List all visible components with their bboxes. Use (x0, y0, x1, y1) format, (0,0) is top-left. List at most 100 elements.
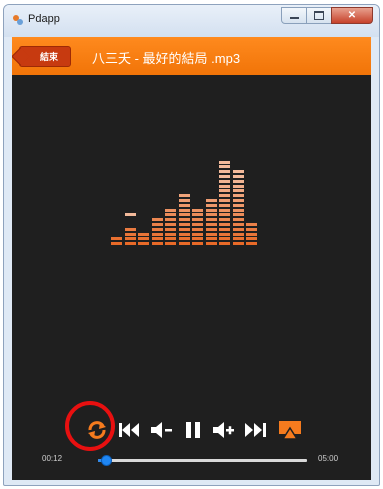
progress-knob[interactable] (101, 455, 113, 466)
maximize-icon[interactable] (306, 7, 332, 24)
equalizer-segment (232, 208, 244, 212)
equalizer-segment (219, 203, 230, 207)
equalizer-segment (178, 237, 190, 241)
next-icon[interactable] (242, 417, 270, 443)
equalizer-segment (205, 237, 217, 241)
equalizer-segment (232, 218, 244, 222)
minimize-icon[interactable] (281, 7, 307, 24)
equalizer-segment (232, 242, 244, 246)
equalizer-segment (165, 218, 176, 222)
equalizer-segment (178, 227, 190, 231)
equalizer-segment (232, 184, 244, 188)
equalizer-segment (165, 242, 176, 246)
equalizer-segment (205, 208, 217, 212)
equalizer-segment (151, 232, 163, 236)
equalizer-segment (205, 242, 217, 246)
equalizer-segment (219, 223, 230, 226)
equalizer-segment (178, 203, 190, 207)
progress-area: 00:12 05:00 (12, 451, 371, 471)
equalizer-segment (246, 227, 257, 231)
equalizer-segment (111, 242, 122, 246)
equalizer-peak (124, 213, 136, 217)
equalizer-segment (219, 213, 230, 217)
equalizer-segment (178, 199, 190, 202)
equalizer-segment (205, 218, 217, 222)
equalizer-segment (151, 218, 163, 222)
equalizer-segment (246, 232, 257, 236)
equalizer-segment (165, 223, 176, 226)
title-bar[interactable]: Pdapp ✕ (4, 5, 379, 37)
equalizer-segment (192, 232, 203, 236)
total-time: 05:00 (318, 454, 339, 463)
equalizer-segment (246, 237, 257, 241)
close-icon[interactable]: ✕ (331, 7, 373, 24)
equalizer-segment (165, 227, 176, 231)
progress-track[interactable] (98, 459, 307, 462)
track-title: 八三夭 - 最好的結局 .mp3 (92, 51, 241, 66)
equalizer-segment (219, 199, 230, 202)
equalizer-segment (192, 218, 203, 222)
equalizer-segment (205, 223, 217, 226)
equalizer-segment (219, 160, 230, 164)
volume-up-icon[interactable] (210, 417, 238, 443)
equalizer-segment (232, 203, 244, 207)
equalizer-segment (178, 208, 190, 212)
equalizer-segment (232, 175, 244, 178)
equalizer-segment (232, 213, 244, 217)
previous-icon[interactable] (116, 417, 142, 443)
equalizer-segment (219, 242, 230, 246)
equalizer-segment (219, 232, 230, 236)
equalizer-segment (232, 223, 244, 226)
equalizer-segment (111, 237, 122, 241)
back-button[interactable]: 結束 (19, 46, 71, 67)
equalizer-segment (232, 170, 244, 174)
equalizer-segment (219, 194, 230, 198)
airplay-icon[interactable] (277, 417, 303, 443)
equalizer-segment (165, 237, 176, 241)
equalizer-segment (205, 227, 217, 231)
volume-down-icon[interactable] (148, 417, 174, 443)
equalizer-segment (232, 237, 244, 241)
equalizer-segment (151, 237, 163, 241)
header-bar: 結束 八三夭 - 最好的結局 .mp3 (12, 37, 371, 75)
equalizer-segment (178, 194, 190, 198)
equalizer-segment (178, 218, 190, 222)
equalizer-segment (192, 242, 203, 246)
equalizer-segment (192, 213, 203, 217)
equalizer-segment (165, 232, 176, 236)
equalizer-segment (205, 199, 217, 202)
equalizer-segment (178, 242, 190, 246)
window-controls: ✕ (281, 7, 373, 25)
equalizer-segment (151, 227, 163, 231)
pause-icon[interactable] (182, 417, 204, 443)
equalizer-segment (219, 218, 230, 222)
equalizer-segment (192, 223, 203, 226)
equalizer-segment (165, 208, 176, 212)
equalizer-segment (151, 242, 163, 246)
equalizer-segment (219, 189, 230, 193)
equalizer-segment (205, 232, 217, 236)
equalizer-segment (138, 237, 149, 241)
equalizer-segment (232, 232, 244, 236)
equalizer-segment (232, 227, 244, 231)
app-icon (13, 15, 23, 25)
equalizer-segment (219, 179, 230, 183)
equalizer-segment (246, 242, 257, 246)
back-button-label: 結束 (39, 52, 58, 62)
equalizer-segment (205, 203, 217, 207)
repeat-icon[interactable] (84, 417, 110, 443)
app-window: Pdapp ✕ 結束 八三夭 - 最好的結局 .mp3 00:12 05:00 (3, 4, 380, 486)
equalizer-segment (232, 179, 244, 183)
player-view: 結束 八三夭 - 最好的結局 .mp3 00:12 05:00 (12, 37, 371, 480)
equalizer-segment (232, 189, 244, 193)
window-title: Pdapp (28, 13, 60, 25)
equalizer-segment (219, 208, 230, 212)
equalizer-segment (192, 208, 203, 212)
equalizer-segment (192, 227, 203, 231)
equalizer-segment (219, 227, 230, 231)
equalizer-segment (138, 232, 149, 236)
equalizer-segment (178, 213, 190, 217)
equalizer-segment (246, 223, 257, 226)
equalizer-segment (232, 199, 244, 202)
equalizer-segment (124, 242, 136, 246)
